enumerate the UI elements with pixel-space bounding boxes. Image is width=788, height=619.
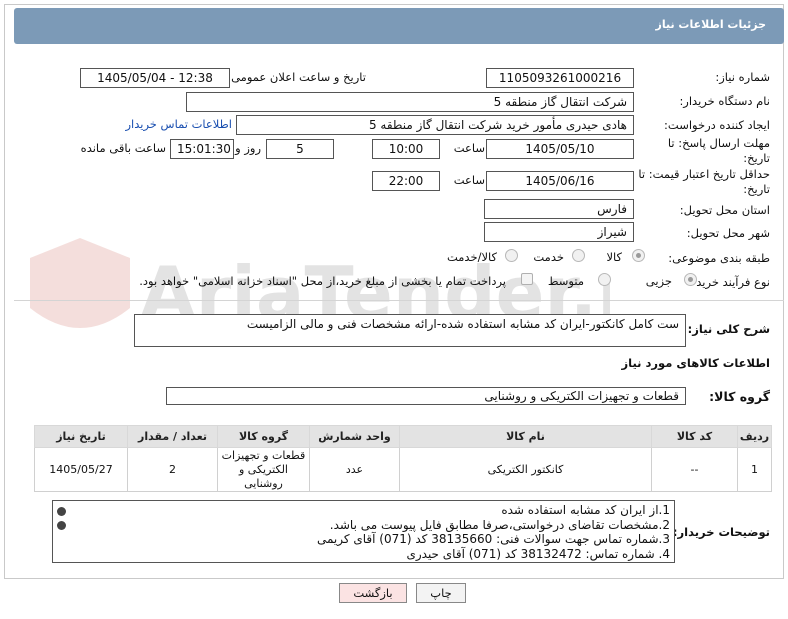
cell-code: -- — [651, 447, 738, 492]
col-name: نام کالا — [399, 425, 652, 448]
radio-minor[interactable] — [684, 273, 697, 286]
radio-medium[interactable] — [598, 273, 611, 286]
validity-date-field: 1405/06/16 — [486, 171, 634, 191]
main-panel — [4, 4, 784, 579]
province-field: فارس — [484, 199, 634, 219]
cell-date: 1405/05/27 — [34, 447, 128, 492]
need-number-label: شماره نیاز: — [715, 70, 770, 84]
cell-name: کانکتور الکتریکی — [399, 447, 652, 492]
col-unit: واحد شمارش — [309, 425, 400, 448]
buyer-notes-label: توضیحات خریدار: — [672, 525, 770, 539]
process-label: نوع فرآیند خرید : — [688, 275, 770, 289]
cell-row: 1 — [737, 447, 772, 492]
notes-scrollbar[interactable] — [53, 501, 69, 562]
remaining-time-field: 15:01:30 — [170, 139, 234, 159]
summary-label: شرح کلی نیاز: — [687, 322, 770, 336]
table-row: 1 -- کانکتور الکتریکی عدد قطعات و تجهیزا… — [34, 447, 772, 492]
buyer-contact-link[interactable]: اطلاعات تماس خریدار — [125, 117, 232, 131]
scroll-up-dot[interactable] — [57, 507, 66, 516]
scroll-down-dot[interactable] — [57, 521, 66, 530]
creator-label: ایجاد کننده درخواست: — [664, 118, 770, 132]
goods-group-label: گروه کالا: — [709, 389, 770, 404]
price-validity-label: حداقل تاریخ اعتبار قیمت: تا تاریخ: — [638, 167, 770, 196]
category-label: طبقه بندی موضوعی: — [668, 251, 770, 265]
title-bar: جزئیات اطلاعات نیاز — [14, 8, 784, 44]
col-group: گروه کالا — [217, 425, 310, 448]
cell-qty: 2 — [127, 447, 218, 492]
days-label: روز و — [235, 141, 261, 155]
radio-goods-service-label: کالا/خدمت — [446, 250, 497, 264]
radio-goods[interactable] — [632, 249, 645, 262]
goods-section-title: اطلاعات کالاهای مورد نیاز — [621, 356, 770, 370]
col-code: کد کالا — [651, 425, 738, 448]
col-date: تاریخ نیاز — [34, 425, 128, 448]
radio-minor-label: جزیی — [645, 274, 672, 288]
treasury-checkbox[interactable] — [521, 273, 533, 285]
announce-label: تاریخ و ساعت اعلان عمومی: — [227, 70, 366, 84]
goods-table: ردیف کد کالا نام کالا واحد شمارش گروه کا… — [34, 425, 772, 492]
radio-goods-service[interactable] — [505, 249, 518, 262]
note-line: 1.از ایران کد مشابه استفاده شده — [501, 503, 670, 517]
reply-date-field: 1405/05/10 — [486, 139, 634, 159]
remaining-label: ساعت باقی مانده — [80, 141, 166, 155]
note-line: 4. شماره تماس: 38132472 کد (071) آقای حی… — [406, 546, 670, 561]
cell-unit: عدد — [309, 447, 400, 492]
buyer-org-label: نام دستگاه خریدار: — [679, 94, 770, 108]
announce-field: 1405/05/04 - 12:38 — [80, 68, 230, 88]
note-line: 2.مشخصات تقاضای درخواستی،صرفا مطابق فایل… — [329, 517, 670, 532]
buyer-org-field: شرکت انتقال گاز منطقه 5 — [186, 92, 634, 112]
reply-time-field: 10:00 — [372, 139, 440, 159]
radio-service[interactable] — [572, 249, 585, 262]
validity-time-field: 22:00 — [372, 171, 440, 191]
summary-textarea[interactable]: ست کامل کانکتور-ایران کد مشابه استفاده ش… — [134, 314, 686, 347]
city-field: شیراز — [484, 222, 634, 242]
col-row: ردیف — [737, 425, 772, 448]
print-button[interactable]: چاپ — [416, 583, 466, 603]
cell-group: قطعات و تجهیزات الکتریکی و روشنایی — [217, 447, 310, 492]
need-number-field: 1105093261000216 — [486, 68, 634, 88]
back-button[interactable]: بازگشت — [339, 583, 407, 603]
city-label: شهر محل تحویل: — [686, 226, 770, 240]
validity-time-label: ساعت — [453, 173, 485, 187]
province-label: استان محل تحویل: — [679, 203, 770, 217]
col-qty: تعداد / مقدار — [127, 425, 218, 448]
buyer-notes-box[interactable]: 1.از ایران کد مشابه استفاده شده 2.مشخصات… — [52, 500, 675, 563]
radio-goods-label: کالا — [606, 250, 622, 264]
radio-medium-label: متوسط — [547, 274, 584, 288]
page-title: جزئیات اطلاعات نیاز — [655, 18, 767, 31]
summary-text: ست کامل کانکتور-ایران کد مشابه استفاده ش… — [246, 317, 679, 331]
reply-time-label: ساعت — [453, 141, 485, 155]
days-field: 5 — [266, 139, 334, 159]
divider — [14, 300, 784, 301]
creator-field: هادی حیدری مأمور خرید شرکت انتقال گاز من… — [236, 115, 634, 135]
note-line: 3.شماره تماس جهت سوالات فنی: 38135660 کد… — [316, 532, 670, 546]
goods-group-field: قطعات و تجهیزات الکتریکی و روشنایی — [166, 387, 686, 405]
reply-deadline-label: مهلت ارسال پاسخ: تا تاریخ: — [667, 136, 770, 165]
payment-note: پرداخت تمام یا بخشی از مبلغ خرید،از محل … — [139, 274, 506, 288]
radio-service-label: خدمت — [533, 250, 564, 264]
